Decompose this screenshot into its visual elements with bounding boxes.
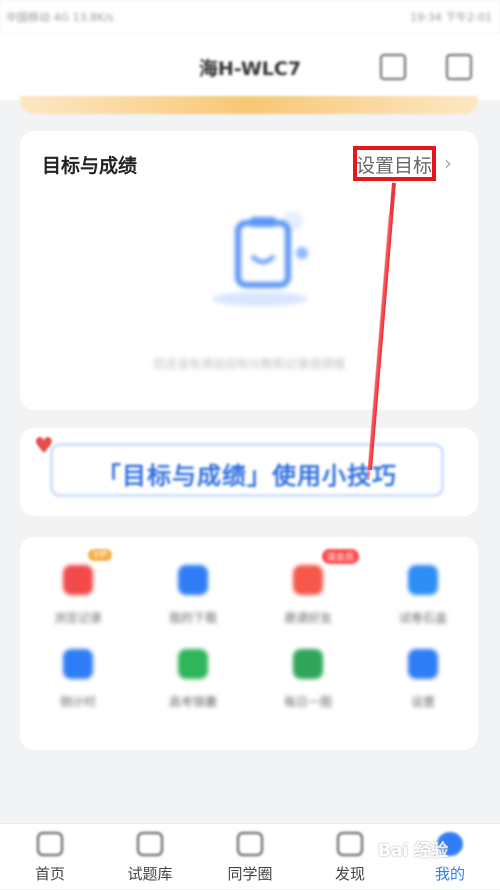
tab-label: 首页 (34, 865, 65, 883)
home-icon (37, 832, 63, 856)
tab-community[interactable]: 同学圈 (200, 824, 300, 890)
community-icon (237, 832, 263, 856)
tab-label: 试题库 (127, 865, 173, 883)
tab-library[interactable]: 试题库 (100, 824, 200, 890)
discover-icon (337, 832, 363, 856)
tab-home[interactable]: 首页 (0, 824, 100, 890)
tab-label: 发现 (334, 865, 365, 883)
watermark: Bai 经验 (378, 841, 449, 861)
library-icon (137, 832, 163, 856)
annotation-arrow (366, 182, 396, 481)
tab-label: 同学圈 (227, 865, 273, 883)
tab-label: 我的 (434, 865, 465, 883)
